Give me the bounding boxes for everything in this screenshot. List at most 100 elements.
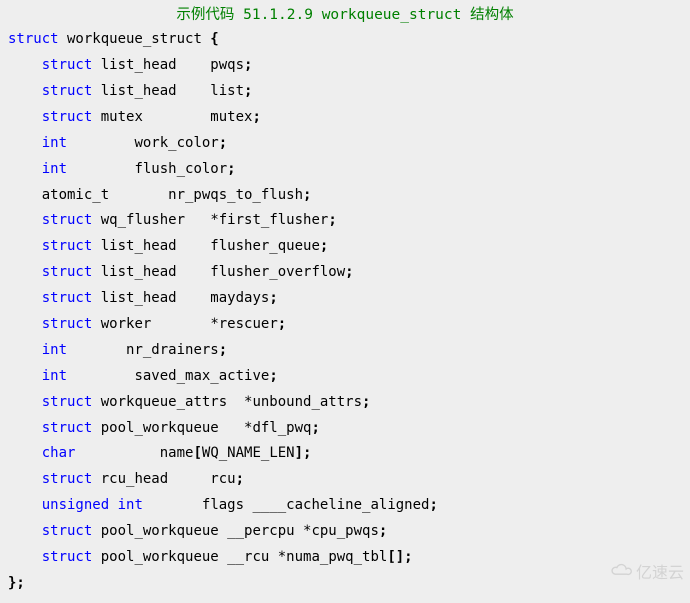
- code-line: struct rcu_head rcu;: [8, 471, 244, 487]
- code-line: struct list_head flusher_queue;: [8, 238, 328, 254]
- text-token: [8, 161, 42, 177]
- punct-token: ;: [236, 471, 244, 487]
- punct-token: ;: [227, 161, 235, 177]
- text-token: flags ____cacheline_aligned: [143, 497, 430, 513]
- keyword-token: struct: [42, 290, 93, 306]
- code-line: struct worker *rescuer;: [8, 316, 286, 332]
- punct-token: ;: [345, 264, 353, 280]
- text-token: pool_workqueue __percpu: [92, 523, 303, 539]
- text-token: workqueue_struct: [59, 31, 211, 47]
- punct-token: [: [193, 445, 201, 461]
- text-token: [8, 523, 42, 539]
- code-line: struct list_head list;: [8, 83, 252, 99]
- punct-token: ;: [269, 368, 277, 384]
- text-token: [8, 135, 42, 151]
- text-token: [8, 549, 42, 565]
- keyword-token: struct: [42, 549, 93, 565]
- keyword-token: struct: [42, 420, 93, 436]
- text-token: list_head flusher_queue: [92, 238, 320, 254]
- keyword-token: int: [42, 368, 67, 384]
- text-token: [8, 238, 42, 254]
- text-token: atomic_t nr_pwqs_to_flush: [8, 187, 303, 203]
- code-line: struct pool_workqueue __percpu *cpu_pwqs…: [8, 523, 387, 539]
- punct-token: {: [210, 31, 218, 47]
- keyword-token: char: [42, 445, 76, 461]
- text-token: flush_color: [67, 161, 227, 177]
- text-token: rcu_head rcu: [92, 471, 235, 487]
- keyword-token: struct: [42, 523, 93, 539]
- keyword-token: struct: [42, 83, 93, 99]
- code-line: char name[WQ_NAME_LEN];: [8, 445, 311, 461]
- code-line: atomic_t nr_pwqs_to_flush;: [8, 187, 311, 203]
- keyword-token: struct: [42, 471, 93, 487]
- text-token: unbound_attrs: [252, 394, 362, 410]
- text-token: [8, 342, 42, 358]
- text-token: cpu_pwqs: [311, 523, 378, 539]
- text-token: list_head flusher_overflow: [92, 264, 345, 280]
- keyword-token: struct: [42, 264, 93, 280]
- code-line: struct list_head maydays;: [8, 290, 278, 306]
- text-token: mutex mutex: [92, 109, 252, 125]
- text-token: *: [278, 549, 286, 565]
- text-token: dfl_pwq: [252, 420, 311, 436]
- code-line: struct workqueue_struct {: [8, 31, 219, 47]
- code-line: unsigned int flags ____cacheline_aligned…: [8, 497, 438, 513]
- code-line: struct list_head pwqs;: [8, 57, 252, 73]
- text-token: list_head maydays: [92, 290, 269, 306]
- text-token: [8, 57, 42, 73]
- keyword-token: struct: [42, 394, 93, 410]
- text-token: list_head pwqs: [92, 57, 244, 73]
- keyword-token: int: [42, 135, 67, 151]
- keyword-token: unsigned: [42, 497, 109, 513]
- text-token: [8, 316, 42, 332]
- text-token: work_color: [67, 135, 219, 151]
- text-token: list_head list: [92, 83, 244, 99]
- code-line: int saved_max_active;: [8, 368, 278, 384]
- keyword-token: int: [42, 342, 67, 358]
- keyword-token: struct: [42, 316, 93, 332]
- punct-token: ;: [362, 394, 370, 410]
- keyword-token: struct: [42, 238, 93, 254]
- code-line: struct list_head flusher_overflow;: [8, 264, 354, 280]
- code-line: struct wq_flusher *first_flusher;: [8, 212, 337, 228]
- punct-token: ;: [219, 342, 227, 358]
- text-token: [8, 445, 42, 461]
- text-token: [8, 420, 42, 436]
- code-block: struct workqueue_struct { struct list_he…: [0, 27, 690, 597]
- code-line: int work_color;: [8, 135, 227, 151]
- code-line: struct pool_workqueue __rcu *numa_pwq_tb…: [8, 549, 413, 565]
- text-token: [109, 497, 117, 513]
- text-token: nr_drainers: [67, 342, 219, 358]
- text-token: [8, 212, 42, 228]
- punct-token: ;: [379, 523, 387, 539]
- text-token: [8, 109, 42, 125]
- code-line: };: [8, 575, 25, 591]
- punct-token: ;: [244, 57, 252, 73]
- text-token: workqueue_attrs: [92, 394, 244, 410]
- code-line: int nr_drainers;: [8, 342, 227, 358]
- text-token: worker: [92, 316, 210, 332]
- text-token: rescuer: [219, 316, 278, 332]
- text-token: [8, 394, 42, 410]
- code-snippet-container: 示例代码 51.1.2.9 workqueue_struct 结构体 struc…: [0, 0, 690, 603]
- text-token: name: [75, 445, 193, 461]
- keyword-token: struct: [42, 57, 93, 73]
- text-token: [8, 264, 42, 280]
- punct-token: ;: [278, 316, 286, 332]
- code-line: struct workqueue_attrs *unbound_attrs;: [8, 394, 370, 410]
- text-token: [8, 83, 42, 99]
- text-token: [8, 497, 42, 513]
- code-line: int flush_color;: [8, 161, 236, 177]
- text-token: [8, 290, 42, 306]
- keyword-token: struct: [42, 212, 93, 228]
- text-token: *: [210, 212, 218, 228]
- punct-token: [];: [387, 549, 412, 565]
- text-token: wq_flusher: [92, 212, 210, 228]
- punct-token: ;: [320, 238, 328, 254]
- punct-token: ];: [295, 445, 312, 461]
- keyword-token: struct: [42, 109, 93, 125]
- punct-token: ;: [269, 290, 277, 306]
- punct-token: ;: [303, 187, 311, 203]
- punct-token: ;: [311, 420, 319, 436]
- text-token: numa_pwq_tbl: [286, 549, 387, 565]
